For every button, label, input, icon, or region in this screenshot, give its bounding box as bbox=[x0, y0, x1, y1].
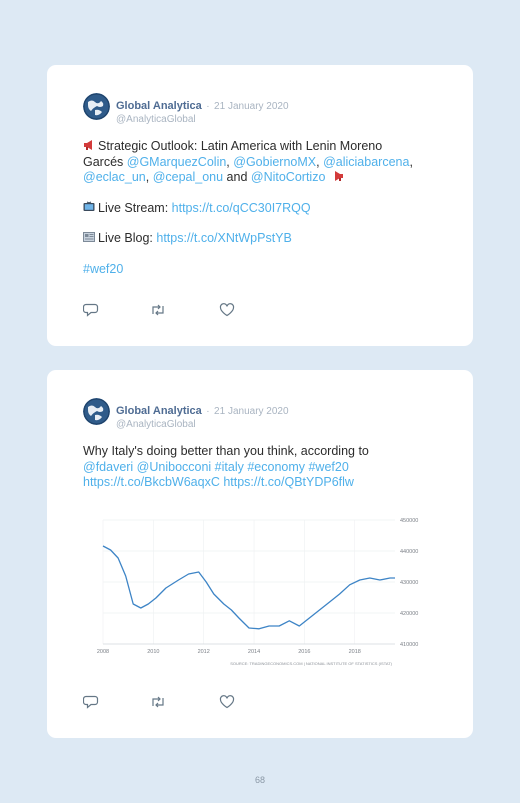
post-line: Garcés bbox=[83, 154, 127, 169]
mention-link[interactable]: @NitoCortizo bbox=[251, 170, 326, 184]
author-name[interactable]: Global Analytica bbox=[116, 100, 202, 112]
newspaper-icon bbox=[83, 232, 95, 242]
x-tick-label: 2008 bbox=[97, 649, 109, 655]
mention-link[interactable]: @eclac_un bbox=[83, 170, 146, 184]
avatar[interactable] bbox=[83, 398, 110, 425]
y-tick-label: 430000 bbox=[400, 580, 418, 586]
url-links[interactable]: https://t.co/BkcbW6aqxC https://t.co/QBt… bbox=[83, 475, 443, 491]
separator: · bbox=[206, 406, 210, 417]
post-card: Global Analytica · 21 January 2020 @Anal… bbox=[47, 370, 473, 738]
blog-label: Live Blog: bbox=[98, 231, 157, 245]
author-handle[interactable]: @AnalyticaGlobal bbox=[116, 419, 289, 430]
mention-link[interactable]: @GobiernoMX bbox=[233, 155, 316, 169]
post-line: Why Italy's doing better than you think,… bbox=[83, 444, 369, 458]
comma: , bbox=[145, 170, 153, 184]
x-tick-label: 2012 bbox=[198, 649, 210, 655]
heart-icon[interactable] bbox=[219, 695, 235, 709]
post-line: Strategic Outlook: Latin America with Le… bbox=[98, 139, 383, 153]
x-tick-label: 2018 bbox=[349, 649, 361, 655]
y-tick-label: 450000 bbox=[400, 518, 418, 524]
y-tick-label: 440000 bbox=[400, 549, 418, 555]
post-date[interactable]: 21 January 2020 bbox=[214, 101, 289, 112]
y-tick-label: 410000 bbox=[400, 642, 418, 648]
post-actions bbox=[82, 303, 243, 317]
y-tick-label: 420000 bbox=[400, 611, 418, 617]
hashtag-link[interactable]: #wef20 bbox=[83, 262, 443, 278]
tags-links[interactable]: @fdaveri @Unibocconi #italy #economy #we… bbox=[83, 460, 443, 476]
retweet-icon[interactable] bbox=[150, 695, 166, 709]
x-tick-label: 2016 bbox=[298, 649, 310, 655]
separator: · bbox=[206, 101, 210, 112]
post-card: Global Analytica · 21 January 2020 @Anal… bbox=[47, 65, 473, 346]
heart-icon[interactable] bbox=[219, 303, 235, 317]
line-chart: 450000 440000 430000 420000 410000 2008 2010 20… bbox=[97, 518, 418, 666]
post-actions bbox=[82, 695, 243, 709]
x-tick-label: 2010 bbox=[147, 649, 159, 655]
retweet-icon[interactable] bbox=[150, 303, 166, 317]
mention-link[interactable]: @GMarquezColin bbox=[127, 155, 227, 169]
post-text: Strategic Outlook: Latin America with Le… bbox=[83, 139, 443, 277]
stream-link[interactable]: https://t.co/qCC30I7RQQ bbox=[172, 201, 311, 215]
megaphone-icon bbox=[334, 171, 343, 181]
series-line bbox=[102, 545, 395, 630]
tv-icon bbox=[83, 201, 95, 211]
stream-label: Live Stream: bbox=[98, 200, 172, 215]
post-text: Why Italy's doing better than you think,… bbox=[83, 444, 443, 491]
megaphone-icon bbox=[84, 140, 92, 150]
comma: , bbox=[409, 154, 413, 169]
conjunction: and bbox=[223, 170, 251, 184]
author-handle[interactable]: @AnalyticaGlobal bbox=[116, 114, 289, 125]
blog-link[interactable]: https://t.co/XNtWpPstYB bbox=[156, 231, 291, 245]
reply-icon[interactable] bbox=[82, 695, 99, 709]
reply-icon[interactable] bbox=[82, 303, 99, 317]
chart-image[interactable]: 450000 440000 430000 420000 410000 2008 2010 20… bbox=[83, 512, 423, 672]
avatar[interactable] bbox=[83, 93, 110, 120]
x-tick-label: 2014 bbox=[248, 649, 260, 655]
page-number: 68 bbox=[254, 775, 265, 785]
post-date[interactable]: 21 January 2020 bbox=[214, 406, 289, 417]
author-name[interactable]: Global Analytica bbox=[116, 405, 202, 417]
mention-link[interactable]: @cepal_onu bbox=[153, 170, 223, 184]
chart-source: SOURCE: TRADINGECONOMICS.COM | NATIONAL … bbox=[230, 661, 392, 666]
mention-link[interactable]: @aliciabarcena bbox=[323, 155, 409, 169]
